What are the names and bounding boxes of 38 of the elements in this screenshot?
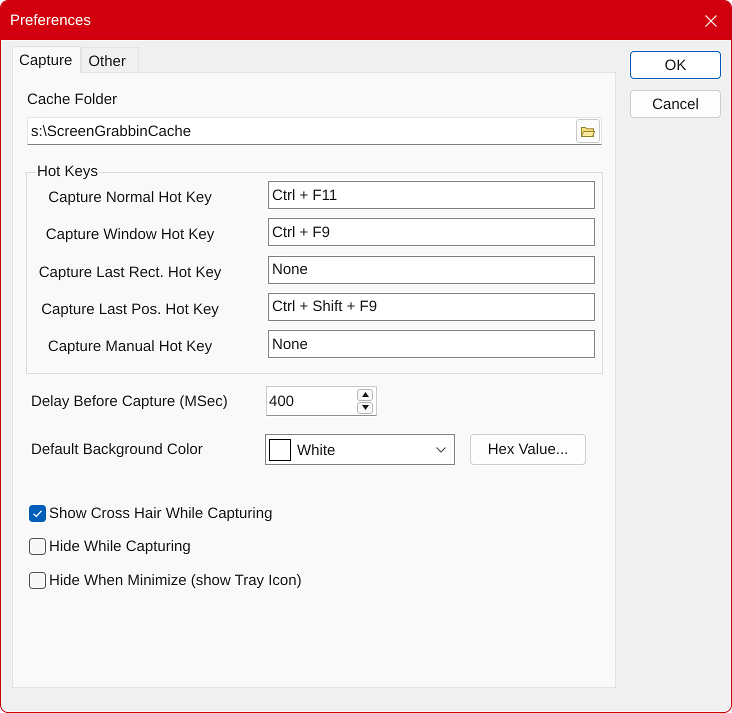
spin-down-button[interactable] [357, 402, 373, 414]
folder-icon [581, 126, 595, 136]
field-label: Delay Before Capture (MSec) [31, 392, 228, 410]
hotkey-label: Capture Normal Hot Key [48, 189, 212, 206]
tab[interactable]: Capture [12, 46, 82, 73]
checkbox-label: Show Cross Hair While Capturing [49, 504, 272, 522]
group-title: Hot Keys [36, 163, 99, 181]
hotkey-field[interactable]: Ctrl + F9 [268, 218, 595, 246]
hotkey-field[interactable]: None [268, 256, 595, 284]
browse-button[interactable] [576, 119, 600, 143]
color-swatch-icon [269, 438, 291, 460]
spin-up-button[interactable] [357, 388, 373, 400]
caret-up-icon [362, 392, 368, 397]
hex-value-button[interactable]: Hex Value... [470, 434, 586, 465]
field-label: Cache Folder [27, 90, 118, 110]
hotkey-field[interactable]: None [268, 330, 595, 358]
checkbox[interactable] [29, 538, 46, 555]
checkbox[interactable] [29, 504, 46, 522]
checkbox-label: Hide When Minimize (show Tray Icon) [49, 572, 302, 588]
checkbox[interactable] [29, 572, 46, 588]
window-title: Preferences [10, 12, 91, 29]
folder-path-field[interactable]: s:\ScreenGrabbinCache [27, 117, 602, 145]
close-icon[interactable] [705, 14, 717, 26]
dialog-button[interactable]: Cancel [630, 90, 721, 118]
dialog-button[interactable]: OK [630, 51, 721, 79]
hotkey-label: Capture Last Rect. Hot Key [38, 264, 222, 280]
tab[interactable]: Other [81, 47, 139, 72]
field-label: Default Background Color [31, 441, 203, 458]
hotkey-label: Capture Manual Hot Key [48, 338, 212, 355]
number-spinner[interactable]: 400 [266, 386, 377, 416]
hotkey-field[interactable]: Ctrl + Shift + F9 [268, 292, 595, 321]
caret-down-icon [362, 405, 368, 410]
color-dropdown[interactable]: White [265, 434, 455, 465]
hotkey-field[interactable]: Ctrl + F11 [268, 181, 595, 209]
chevron-down-icon [436, 446, 446, 452]
checkbox-label: Hide While Capturing [49, 538, 191, 555]
hotkey-label: Capture Last Pos. Hot Key [41, 300, 219, 318]
hotkey-label: Capture Window Hot Key [46, 226, 214, 244]
